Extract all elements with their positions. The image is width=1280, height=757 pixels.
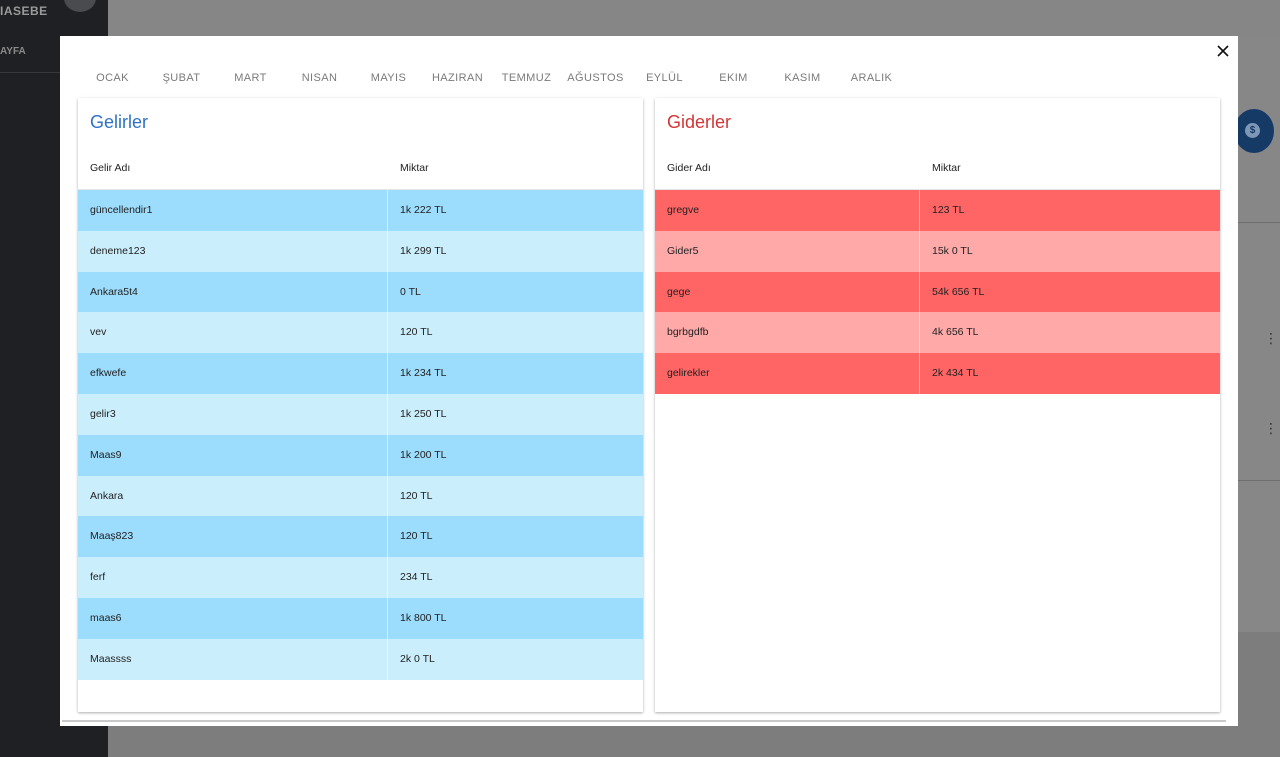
expense-amount: 54k 656 TL [932,285,985,298]
income-amount: 120 TL [400,530,433,543]
expense-name: gregve [655,190,920,231]
income-amount: 1k 222 TL [400,204,447,216]
expense-amount: 123 TL [932,204,965,216]
expense-amount: 15k 0 TL [932,244,973,257]
background-avatar [64,0,96,12]
tab-aralik[interactable]: ARALIK [837,70,906,86]
income-name: güncellendir1 [78,190,388,231]
background-divider [1238,480,1280,481]
income-row[interactable]: ferf 234 TL [78,557,643,598]
income-amount-column-header: Miktar [400,162,429,174]
tab-temmuz[interactable]: TEMMUZ [492,70,561,86]
income-title: Gelirler [90,112,149,132]
expense-row[interactable]: gelirekler 2k 434 TL [655,353,1220,394]
income-amount: 234 TL [400,571,433,584]
income-name: Ankara5t4 [78,271,388,313]
income-table-body: güncellendir1 1k 222 TL deneme123 1k 299 T… [78,190,643,680]
tab-mart[interactable]: MART [216,70,285,86]
income-amount: 120 TL [400,489,433,502]
tab-subat[interactable]: ŞUBAT [147,70,216,86]
income-row[interactable]: Ankara5t4 0 TL [78,271,643,313]
income-table-header: Gelir Adı Miktar [78,156,643,190]
month-tabs: OCAK ŞUBAT MART NISAN MAYIS HAZIRAN TEMM… [78,70,906,86]
expense-row[interactable]: Gider5 15k 0 TL [655,230,1220,272]
expense-name: Gider5 [655,230,920,272]
income-name: Maas9 [78,434,388,476]
expense-panel: Giderler Gider Adı Miktar gregve 123 TL G… [655,98,1220,712]
expense-table-header: Gider Adı Miktar [655,156,1220,190]
income-row[interactable]: vev 120 TL [78,312,643,354]
tab-mayis[interactable]: MAYIS [354,70,423,86]
expense-row[interactable]: gege 54k 656 TL [655,271,1220,313]
income-name: vev [78,312,388,354]
background-topbar [108,0,1280,36]
income-amount: 1k 800 TL [400,611,447,624]
close-button[interactable] [1216,42,1234,60]
income-row[interactable]: Maassss 2k 0 TL [78,638,643,680]
income-name: Maassss [78,638,388,680]
close-icon [1217,45,1229,57]
tab-nisan[interactable]: NISAN [285,70,354,86]
expense-name: bgrbgdfb [655,312,920,354]
tab-ocak[interactable]: OCAK [78,70,147,86]
income-row[interactable]: gelir3 1k 250 TL [78,393,643,435]
expense-amount-column-header: Miktar [932,162,961,174]
tab-agustos[interactable]: AĞUSTOS [561,70,630,86]
income-amount: 1k 299 TL [400,244,447,257]
income-name: gelir3 [78,393,388,435]
income-amount: 0 TL [400,285,421,298]
more-vert-icon: ⋮ [1264,421,1278,435]
income-name: Maaş823 [78,516,388,558]
income-name: maas6 [78,597,388,639]
income-amount: 1k 200 TL [400,448,447,461]
income-name: Ankara [78,475,388,517]
income-row[interactable]: güncellendir1 1k 222 TL [78,190,643,231]
income-name: deneme123 [78,230,388,272]
expense-name-column-header: Gider Adı [655,156,920,189]
expense-name: gege [655,271,920,313]
income-name: efkwefe [78,353,388,394]
income-row[interactable]: efkwefe 1k 234 TL [78,353,643,394]
income-row[interactable]: Maaş823 120 TL [78,516,643,558]
tab-haziran[interactable]: HAZIRAN [423,70,492,86]
background-brand: IASEBE [0,4,48,18]
income-name-column-header: Gelir Adı [78,156,388,189]
dollar-icon: $ [1245,123,1260,138]
income-amount: 1k 234 TL [400,367,447,380]
background-divider [1238,222,1280,223]
income-row[interactable]: Maas9 1k 200 TL [78,434,643,476]
expense-amount: 4k 656 TL [932,326,979,339]
income-row[interactable]: maas6 1k 800 TL [78,597,643,639]
income-name: ferf [78,557,388,598]
background-fab-button: $ [1234,109,1274,153]
income-amount: 2k 0 TL [400,652,435,665]
background-nav-item: AYFA [0,46,26,57]
tab-eylul[interactable]: EYLÜL [630,70,699,86]
more-vert-icon: ⋮ [1264,331,1278,345]
horizontal-scrollbar[interactable] [62,720,1226,722]
tab-ekim[interactable]: EKIM [699,70,768,86]
expense-name: gelirekler [655,353,920,394]
income-row[interactable]: deneme123 1k 299 TL [78,230,643,272]
income-amount: 120 TL [400,326,433,339]
expense-row[interactable]: bgrbgdfb 4k 656 TL [655,312,1220,354]
month-summary-dialog: OCAK ŞUBAT MART NISAN MAYIS HAZIRAN TEMM… [60,36,1238,726]
income-panel: Gelirler Gelir Adı Miktar güncellendir1 1… [78,98,643,712]
income-row[interactable]: Ankara 120 TL [78,475,643,517]
expense-row[interactable]: gregve 123 TL [655,190,1220,231]
expense-amount: 2k 434 TL [932,367,979,380]
expense-title: Giderler [667,112,732,132]
income-amount: 1k 250 TL [400,407,447,420]
tab-kasim[interactable]: KASIM [768,70,837,86]
expense-table-body: gregve 123 TL Gider5 15k 0 TL gege 54k 656 … [655,190,1220,394]
